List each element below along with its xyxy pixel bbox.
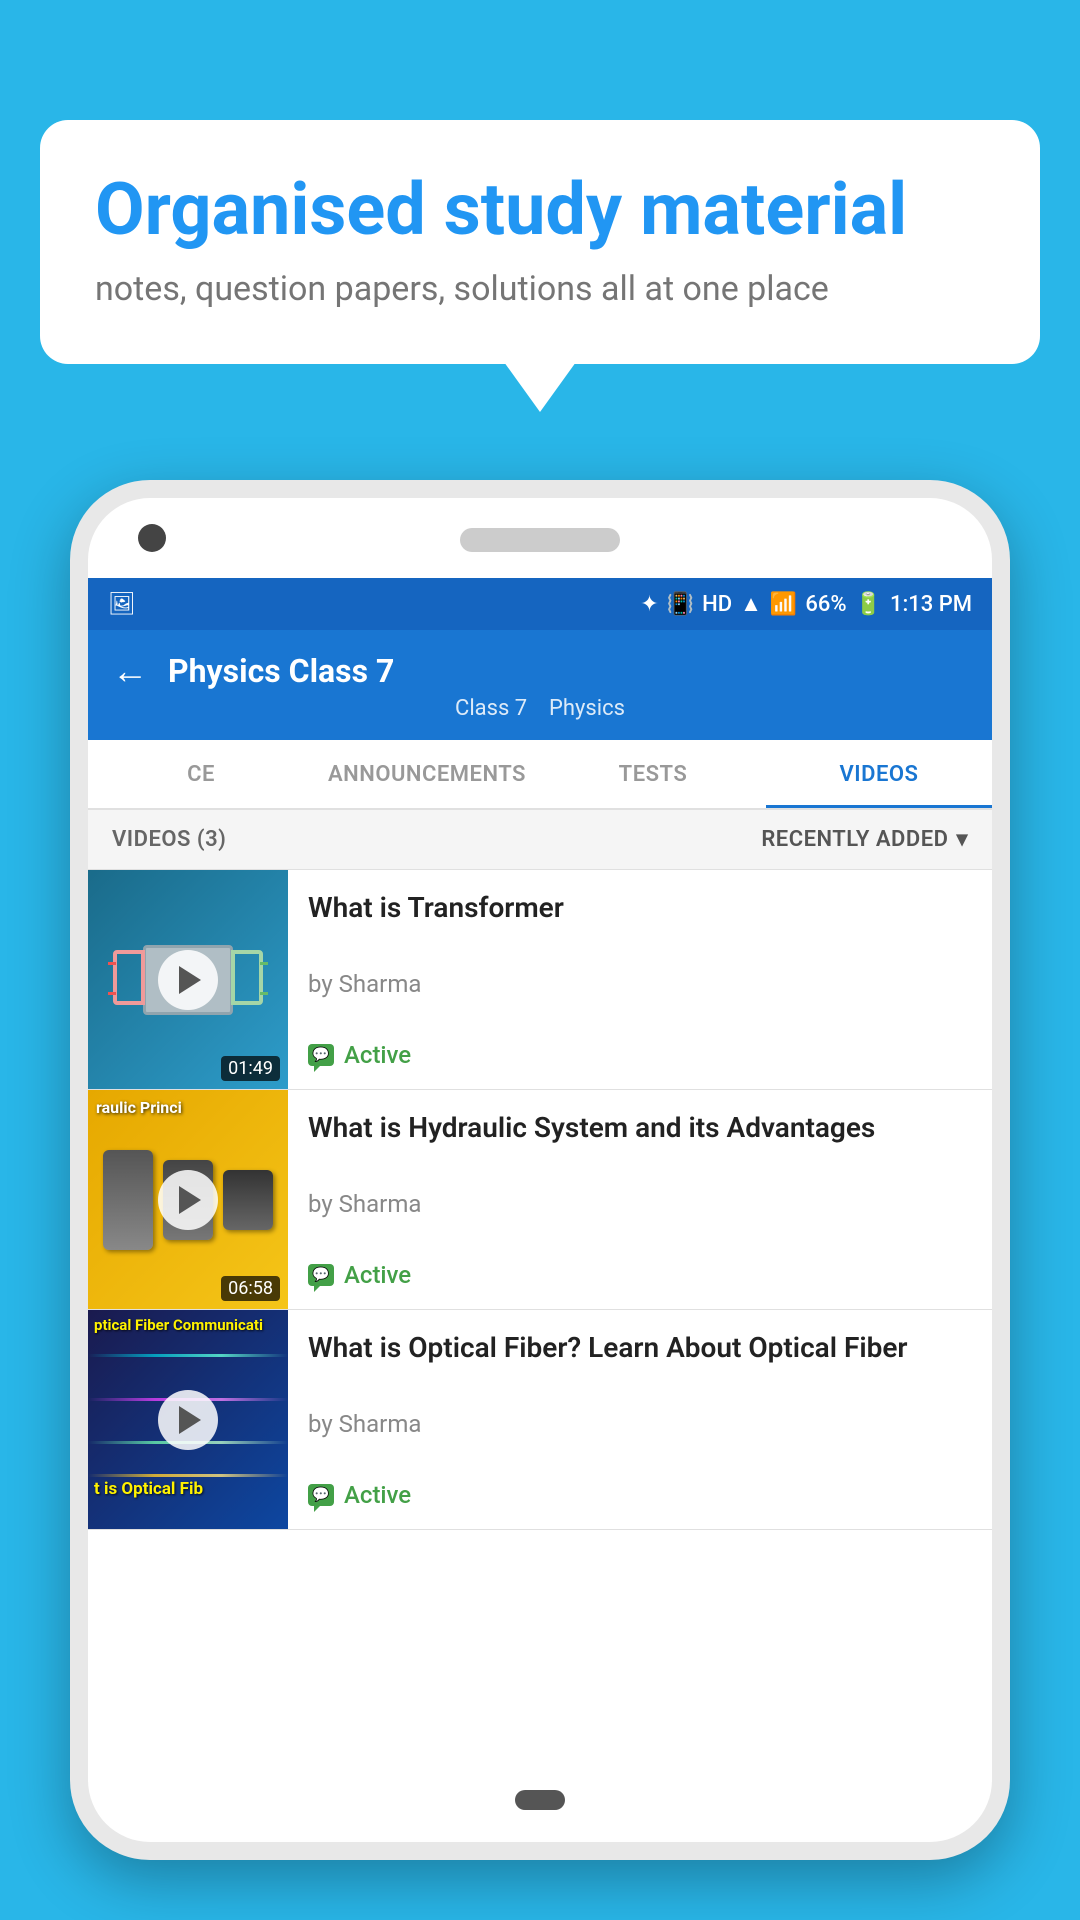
optical-label-top: ptical Fiber Communicati [94, 1316, 282, 1336]
screen: 🖼 ✦ 📳 HD ▲ 📶 66% 🔋 1:13 PM ← Physics C [88, 578, 992, 1782]
video-info-2: What is Hydraulic System and its Advanta… [288, 1090, 992, 1309]
status-label-2: Active [344, 1261, 411, 1289]
video-author-3: by Sharma [308, 1410, 972, 1438]
wifi-icon: ▲ [740, 591, 762, 617]
app-bar-row: ← Physics Class 7 [112, 650, 968, 692]
tabs-bar: CE ANNOUNCEMENTS TESTS VIDEOS [88, 740, 992, 810]
class-label: Class 7 [455, 696, 527, 721]
optical-label-bottom: t is Optical Fib [94, 1479, 282, 1499]
phone-frame: 🖼 ✦ 📳 HD ▲ 📶 66% 🔋 1:13 PM ← Physics C [70, 480, 1010, 1860]
hd-badge: HD [702, 592, 732, 617]
vibrate-icon: 📳 [667, 592, 694, 617]
coil-right [231, 950, 263, 1005]
play-icon-1 [179, 966, 201, 994]
play-icon-2 [179, 1186, 201, 1214]
beam-1 [88, 1354, 288, 1357]
video-title-2: What is Hydraulic System and its Advanta… [308, 1110, 972, 1146]
status-left: 🖼 [108, 592, 136, 617]
play-button-2[interactable] [158, 1170, 218, 1230]
sort-button[interactable]: RECENTLY ADDED ▾ [761, 827, 968, 852]
speaker [460, 528, 620, 552]
sort-chevron-icon: ▾ [956, 827, 968, 852]
status-label-3: Active [344, 1481, 411, 1509]
app-bar-subtitle: Class 7 Physics [112, 696, 968, 721]
duration-2: 06:58 [221, 1276, 280, 1301]
bubble-subtitle: notes, question papers, solutions all at… [95, 269, 985, 309]
status-right: ✦ 📳 HD ▲ 📶 66% 🔋 1:13 PM [640, 591, 972, 617]
video-status-3: 💬 Active [308, 1481, 972, 1509]
battery-percent: 66% [805, 592, 846, 617]
video-status-2: 💬 Active [308, 1261, 972, 1289]
tab-videos[interactable]: VIDEOS [766, 740, 992, 808]
battery-icon: 🔋 [855, 592, 882, 617]
video-item-transformer[interactable]: 01:49 What is Transformer by Sharma 💬 Ac… [88, 870, 992, 1090]
cylinder-3 [223, 1170, 273, 1230]
cylinder-1 [103, 1150, 153, 1250]
video-item-optical[interactable]: ptical Fiber Communicati t is Optical Fi… [88, 1310, 992, 1530]
video-thumb-3: ptical Fiber Communicati t is Optical Fi… [88, 1310, 288, 1529]
video-status-1: 💬 Active [308, 1041, 972, 1069]
videos-count: VIDEOS (3) [112, 827, 226, 852]
beam-4 [88, 1474, 288, 1477]
coil-left [113, 950, 145, 1005]
video-item-hydraulic[interactable]: raulic Princi 06:58 What is Hydraulic Sy… [88, 1090, 992, 1310]
video-info-1: What is Transformer by Sharma 💬 Active [288, 870, 992, 1089]
camera [138, 524, 166, 552]
signal-icon: 📶 [770, 592, 797, 617]
wire-1 [108, 962, 116, 965]
tab-announcements[interactable]: ANNOUNCEMENTS [314, 740, 540, 808]
play-button-3[interactable] [158, 1390, 218, 1450]
speech-bubble: Organised study material notes, question… [40, 120, 1040, 364]
play-icon-3 [179, 1406, 201, 1434]
chat-icon-2: 💬 [308, 1264, 334, 1286]
video-thumb-2: raulic Princi 06:58 [88, 1090, 288, 1309]
wire-2 [108, 992, 116, 995]
photo-icon: 🖼 [108, 592, 136, 617]
subject-label: Physics [549, 696, 625, 721]
status-label-1: Active [344, 1041, 411, 1069]
duration-1: 01:49 [221, 1056, 280, 1081]
app-bar-title: Physics Class 7 [168, 652, 394, 690]
bluetooth-icon: ✦ [640, 592, 658, 617]
video-title-1: What is Transformer [308, 890, 972, 926]
sort-label: RECENTLY ADDED [761, 827, 948, 852]
home-button[interactable] [515, 1790, 565, 1810]
video-author-2: by Sharma [308, 1190, 972, 1218]
chat-icon-1: 💬 [308, 1044, 334, 1066]
video-title-3: What is Optical Fiber? Learn About Optic… [308, 1330, 972, 1366]
play-button-1[interactable] [158, 950, 218, 1010]
tab-ce[interactable]: CE [88, 740, 314, 808]
back-button[interactable]: ← [112, 650, 148, 692]
chat-icon-3: 💬 [308, 1484, 334, 1506]
tab-tests[interactable]: TESTS [540, 740, 766, 808]
videos-header: VIDEOS (3) RECENTLY ADDED ▾ [88, 810, 992, 870]
hydraulic-label: raulic Princi [96, 1098, 280, 1117]
status-bar: 🖼 ✦ 📳 HD ▲ 📶 66% 🔋 1:13 PM [88, 578, 992, 630]
wire-3 [260, 962, 268, 965]
app-bar: ← Physics Class 7 Class 7 Physics [88, 630, 992, 740]
phone-inner: 🖼 ✦ 📳 HD ▲ 📶 66% 🔋 1:13 PM ← Physics C [88, 498, 992, 1842]
wire-4 [260, 992, 268, 995]
time: 1:13 PM [890, 592, 972, 617]
bubble-title: Organised study material [95, 170, 985, 249]
video-author-1: by Sharma [308, 970, 972, 998]
video-info-3: What is Optical Fiber? Learn About Optic… [288, 1310, 992, 1529]
video-thumb-1: 01:49 [88, 870, 288, 1089]
